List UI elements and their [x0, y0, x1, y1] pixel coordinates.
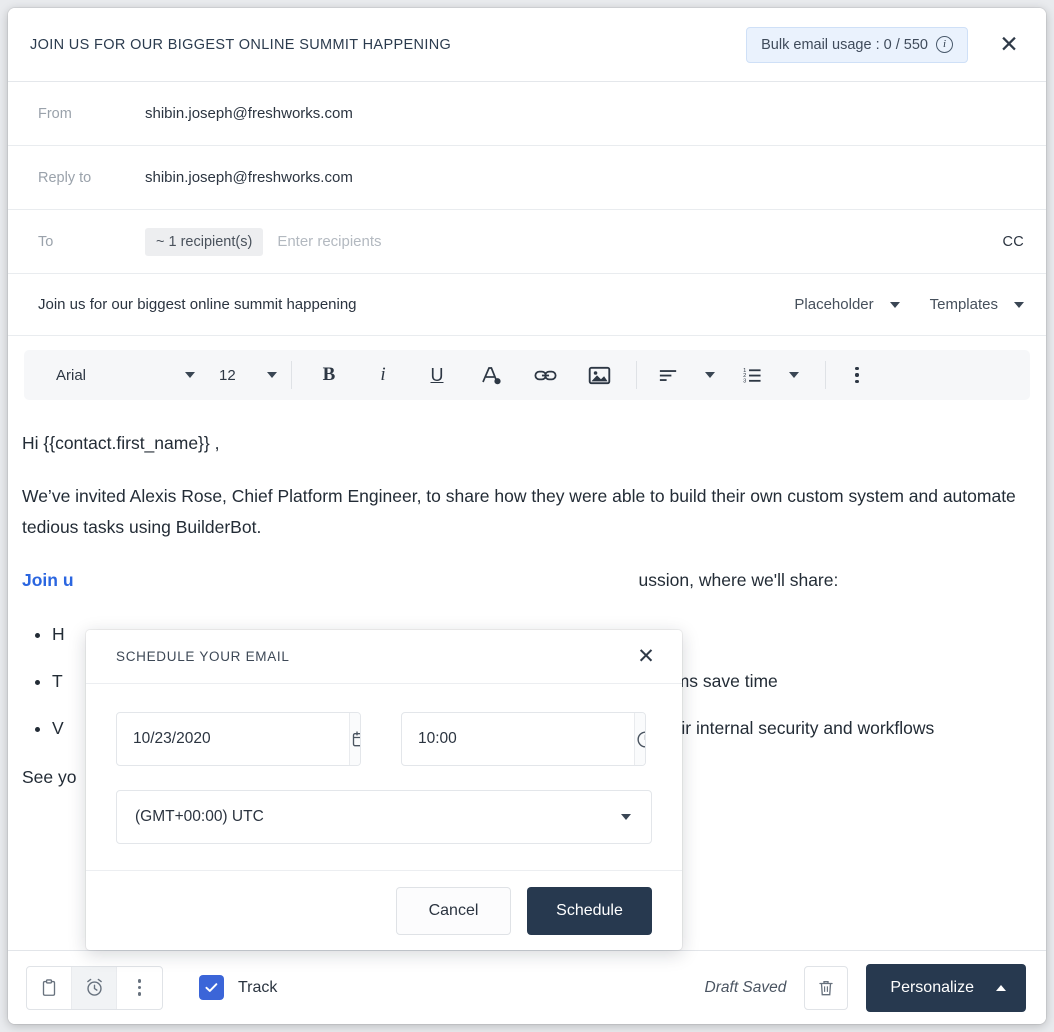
timezone-value: (GMT+00:00) UTC — [135, 808, 621, 826]
toolbar-divider — [636, 361, 637, 389]
bullet-tail-1: ms save time — [675, 671, 778, 691]
bullet-text-1: T — [52, 671, 63, 691]
templates-dropdown[interactable]: Templates — [930, 296, 1024, 313]
to-row: To ~ 1 recipient(s) Enter recipients CC — [8, 210, 1046, 274]
modal-header: SCHEDULE YOUR EMAIL ✕ — [86, 630, 682, 684]
image-icon[interactable] — [572, 350, 626, 400]
reply-to-value[interactable]: shibin.joseph@freshworks.com — [145, 169, 353, 186]
placeholder-dropdown[interactable]: Placeholder — [794, 296, 899, 313]
date-time-row — [116, 712, 652, 766]
chevron-down-icon — [185, 372, 195, 378]
bold-button[interactable]: B — [302, 350, 356, 400]
bulk-email-usage-badge: Bulk email usage : 0 / 550 i — [746, 27, 968, 63]
kebab-dots — [855, 367, 858, 383]
body-greeting: Hi {{contact.first_name}} , — [22, 428, 1020, 459]
body-paragraph-2: Join u ussion, where we'll share: — [22, 565, 1020, 596]
toolbar-divider — [825, 361, 826, 389]
modal-footer: Cancel Schedule — [86, 870, 682, 950]
schedule-email-modal: SCHEDULE YOUR EMAIL ✕ — [86, 630, 682, 950]
calendar-icon[interactable] — [349, 713, 361, 765]
underline-button[interactable]: U — [410, 350, 464, 400]
templates-dropdown-label: Templates — [930, 296, 998, 313]
ordered-list-icon[interactable]: 1 2 3 — [731, 350, 773, 400]
app-root: JOIN US FOR OUR BIGGEST ONLINE SUMMIT HA… — [0, 0, 1054, 1032]
list-dropdown-caret[interactable] — [773, 350, 815, 400]
svg-text:3: 3 — [743, 378, 746, 384]
personalize-label: Personalize — [890, 979, 974, 997]
schedule-date-field[interactable] — [116, 712, 361, 766]
placeholder-dropdown-label: Placeholder — [794, 296, 873, 313]
modal-body: (GMT+00:00) UTC — [86, 684, 682, 870]
from-label: From — [38, 106, 145, 122]
chevron-up-icon — [996, 985, 1006, 991]
cancel-button[interactable]: Cancel — [396, 887, 511, 935]
track-label: Track — [238, 979, 277, 997]
schedule-time-field[interactable] — [401, 712, 646, 766]
to-label: To — [38, 234, 145, 250]
clipboard-icon[interactable] — [27, 967, 72, 1009]
compose-footer: Track Draft Saved Personalize — [8, 950, 1046, 1024]
bullet-text-2: V — [52, 718, 64, 738]
from-value[interactable]: shibin.joseph@freshworks.com — [145, 105, 353, 122]
kebab-dots — [138, 979, 141, 995]
trash-icon[interactable] — [804, 966, 848, 1010]
bullet-tail-2: eir internal security and workflows — [672, 718, 935, 738]
align-dropdown-caret[interactable] — [689, 350, 731, 400]
alarm-clock-icon[interactable] — [72, 967, 117, 1009]
editor-toolbar-wrapper: Arial 12 B i U — [8, 336, 1046, 410]
body-paragraph-1: We’ve invited Alexis Rose, Chief Platfor… — [22, 481, 1020, 543]
more-options-icon[interactable] — [117, 967, 162, 1009]
track-checkbox[interactable] — [199, 975, 224, 1000]
subject-input[interactable]: Join us for our biggest online summit ha… — [38, 296, 764, 313]
font-family-select[interactable]: Arial — [34, 350, 209, 400]
chevron-down-icon — [267, 372, 277, 378]
font-size-select[interactable]: 12 — [209, 350, 281, 400]
chevron-down-icon — [1014, 302, 1024, 308]
footer-icon-group — [26, 966, 163, 1010]
font-family-value: Arial — [56, 367, 86, 384]
bulk-email-usage-label: Bulk email usage : 0 / 550 — [761, 37, 928, 53]
schedule-button[interactable]: Schedule — [527, 887, 652, 935]
track-checkbox-wrapper[interactable]: Track — [199, 975, 277, 1000]
font-size-value: 12 — [219, 367, 236, 384]
text-color-icon[interactable] — [464, 350, 518, 400]
chevron-down-icon — [705, 372, 715, 378]
schedule-time-input[interactable] — [402, 713, 634, 765]
align-left-icon[interactable] — [647, 350, 689, 400]
italic-button[interactable]: i — [356, 350, 410, 400]
draft-status: Draft Saved — [705, 979, 787, 997]
more-options-icon[interactable] — [836, 350, 878, 400]
reply-to-label: Reply to — [38, 170, 145, 186]
info-icon[interactable]: i — [936, 36, 953, 53]
reply-to-row: Reply to shibin.joseph@freshworks.com — [8, 146, 1046, 210]
page-title: JOIN US FOR OUR BIGGEST ONLINE SUMMIT HA… — [30, 37, 746, 53]
cc-toggle[interactable]: CC — [1002, 234, 1024, 250]
close-icon[interactable]: ✕ — [994, 30, 1024, 60]
editor-toolbar: Arial 12 B i U — [24, 350, 1030, 400]
compose-header: JOIN US FOR OUR BIGGEST ONLINE SUMMIT HA… — [8, 8, 1046, 82]
recipients-input[interactable]: Enter recipients — [277, 233, 1002, 250]
bullet-text-0: H — [52, 624, 65, 644]
recipient-count-chip[interactable]: ~ 1 recipient(s) — [145, 228, 263, 256]
toolbar-divider — [291, 361, 292, 389]
body-link[interactable]: Join u — [22, 570, 74, 590]
personalize-button[interactable]: Personalize — [866, 964, 1026, 1012]
from-row: From shibin.joseph@freshworks.com — [8, 82, 1046, 146]
subject-row: Join us for our biggest online summit ha… — [8, 274, 1046, 336]
link-icon[interactable] — [518, 350, 572, 400]
modal-close-icon[interactable]: ✕ — [632, 643, 660, 671]
chevron-down-icon — [789, 372, 799, 378]
clock-icon[interactable] — [634, 713, 646, 765]
schedule-date-input[interactable] — [117, 713, 349, 765]
chevron-down-icon — [890, 302, 900, 308]
modal-title: SCHEDULE YOUR EMAIL — [116, 649, 632, 664]
chevron-down-icon — [621, 814, 631, 820]
timezone-select[interactable]: (GMT+00:00) UTC — [116, 790, 652, 844]
body-paragraph-2-tail: ussion, where we'll share: — [639, 570, 839, 590]
